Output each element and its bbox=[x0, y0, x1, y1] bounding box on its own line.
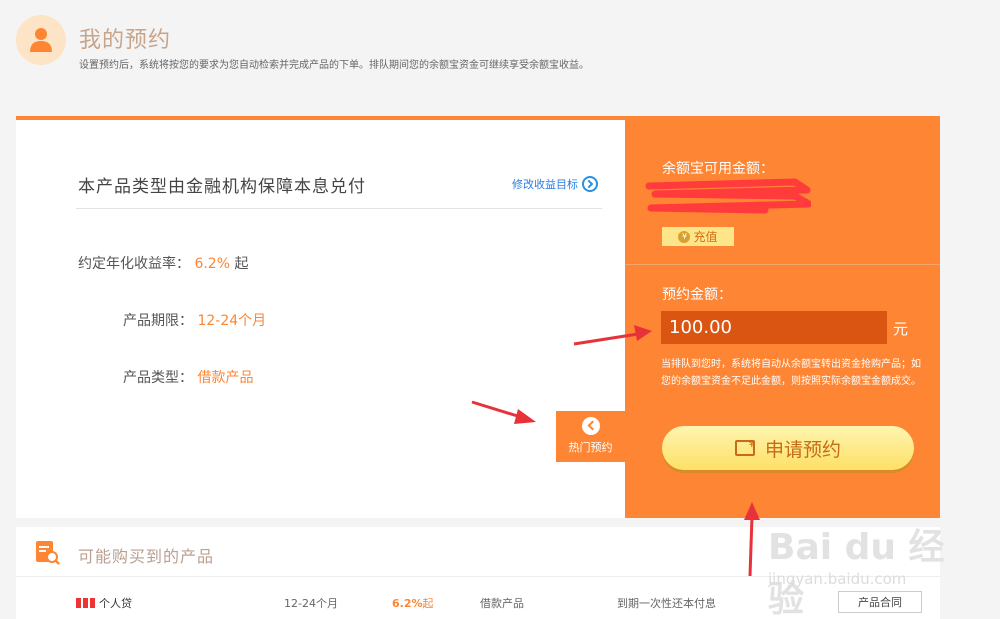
chevron-left-circle-icon bbox=[581, 417, 600, 435]
available-balance-label: 余额宝可用金额： bbox=[662, 161, 774, 177]
recharge-button[interactable]: ¥ 充值 bbox=[662, 227, 734, 246]
rate-label: 约定年化收益率： bbox=[78, 256, 190, 272]
document-search-icon bbox=[36, 541, 60, 565]
redacted-balance-mark bbox=[645, 178, 811, 214]
apply-reservation-button[interactable]: 申请预约 bbox=[662, 426, 914, 470]
amount-label: 预约金额： bbox=[662, 287, 732, 303]
product-rate-value: 6.2% bbox=[392, 597, 423, 610]
product-rate-suffix: 起 bbox=[422, 597, 434, 610]
modify-target-label: 修改收益目标 bbox=[512, 178, 578, 191]
chevron-right-circle-icon bbox=[582, 176, 598, 192]
rate-row: 约定年化收益率： 6.2% 起 bbox=[78, 253, 248, 273]
modify-target-link[interactable]: 修改收益目标 bbox=[512, 176, 598, 192]
product-name: 个人贷 bbox=[76, 595, 132, 611]
rate-value: 6.2% bbox=[194, 256, 231, 272]
product-term: 12-24个月 bbox=[284, 597, 338, 610]
product-repayment: 到期一次性还本付息 bbox=[617, 597, 716, 610]
hot-reservation-label: 热门预约 bbox=[568, 441, 613, 454]
amount-unit: 元 bbox=[893, 320, 909, 338]
type-value: 借款产品 bbox=[197, 370, 254, 386]
type-row: 产品类型： 借款产品 bbox=[123, 367, 253, 387]
watermark-main: Bai du 经验 bbox=[768, 527, 945, 619]
term-value: 12-24个月 bbox=[197, 313, 267, 329]
hot-reservation-tab[interactable]: 热门预约 bbox=[556, 411, 625, 462]
product-detail-panel: 本产品类型由金融机构保障本息兑付 修改收益目标 约定年化收益率： 6.2% 起 … bbox=[16, 120, 625, 518]
rate-suffix: 起 bbox=[234, 256, 249, 272]
product-bars-icon bbox=[76, 598, 95, 608]
user-avatar-icon bbox=[16, 15, 66, 65]
recharge-label: 充值 bbox=[693, 230, 718, 244]
product-name-label: 个人贷 bbox=[99, 597, 132, 610]
amount-note: 当排队到您时，系统将自动从余额宝转出资金抢购产品；如您的余额宝资金不足此金额，则… bbox=[661, 359, 921, 387]
guarantee-text: 本产品类型由金融机构保障本息兑付 bbox=[78, 177, 366, 197]
product-type: 借款产品 bbox=[480, 597, 524, 610]
amount-input[interactable] bbox=[661, 311, 887, 344]
products-title: 可能购买到的产品 bbox=[78, 547, 215, 566]
apply-reservation-label: 申请预约 bbox=[764, 438, 841, 461]
baidu-jingyan-watermark: Bai du 经验 jingyan.baidu.com bbox=[758, 510, 978, 619]
page-description: 设置预约后，系统将按您的要求为您自动检索并完成产品的下单。排队期间您的余额宝资金… bbox=[79, 60, 589, 71]
product-rate: 6.2%起 bbox=[392, 595, 434, 611]
divider bbox=[76, 208, 602, 209]
type-label: 产品类型： bbox=[123, 370, 193, 386]
reservation-card: 本产品类型由金融机构保障本息兑付 修改收益目标 约定年化收益率： 6.2% 起 … bbox=[16, 116, 940, 518]
term-label: 产品期限： bbox=[123, 313, 193, 329]
page-title: 我的预约 bbox=[79, 28, 172, 53]
watermark-url: jingyan.baidu.com bbox=[768, 570, 907, 588]
panel-divider bbox=[625, 264, 940, 265]
yen-coin-icon: ¥ bbox=[678, 230, 691, 243]
wallet-icon bbox=[734, 439, 755, 456]
reservation-panel: 余额宝可用金额： ¥ 充值 预约金额： 元 当排队到您时，系统将自动从余额宝转出… bbox=[625, 116, 940, 518]
term-row: 产品期限： 12-24个月 bbox=[123, 310, 266, 330]
